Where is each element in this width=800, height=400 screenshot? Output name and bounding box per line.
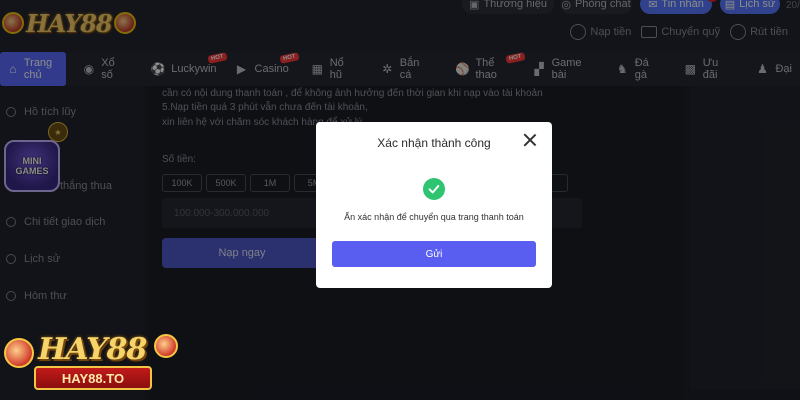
dialog-message: Ấn xác nhận để chuyển qua trang thanh to… [344,212,524,222]
brand-domain: HAY88.TO [34,366,152,390]
confirm-dialog: Xác nhận thành công Ấn xác nhận để chuyể… [316,122,552,288]
mascot-icon [4,338,34,368]
close-icon[interactable] [522,132,538,148]
send-button[interactable]: Gửi [332,241,536,267]
check-circle-icon [423,178,445,200]
brand-logo-text: HAY88 [38,332,147,367]
brand-logo: HAY88 HAY88.TO [4,330,180,394]
mascot-icon [154,334,178,358]
dialog-title: Xác nhận thành công [377,136,491,150]
